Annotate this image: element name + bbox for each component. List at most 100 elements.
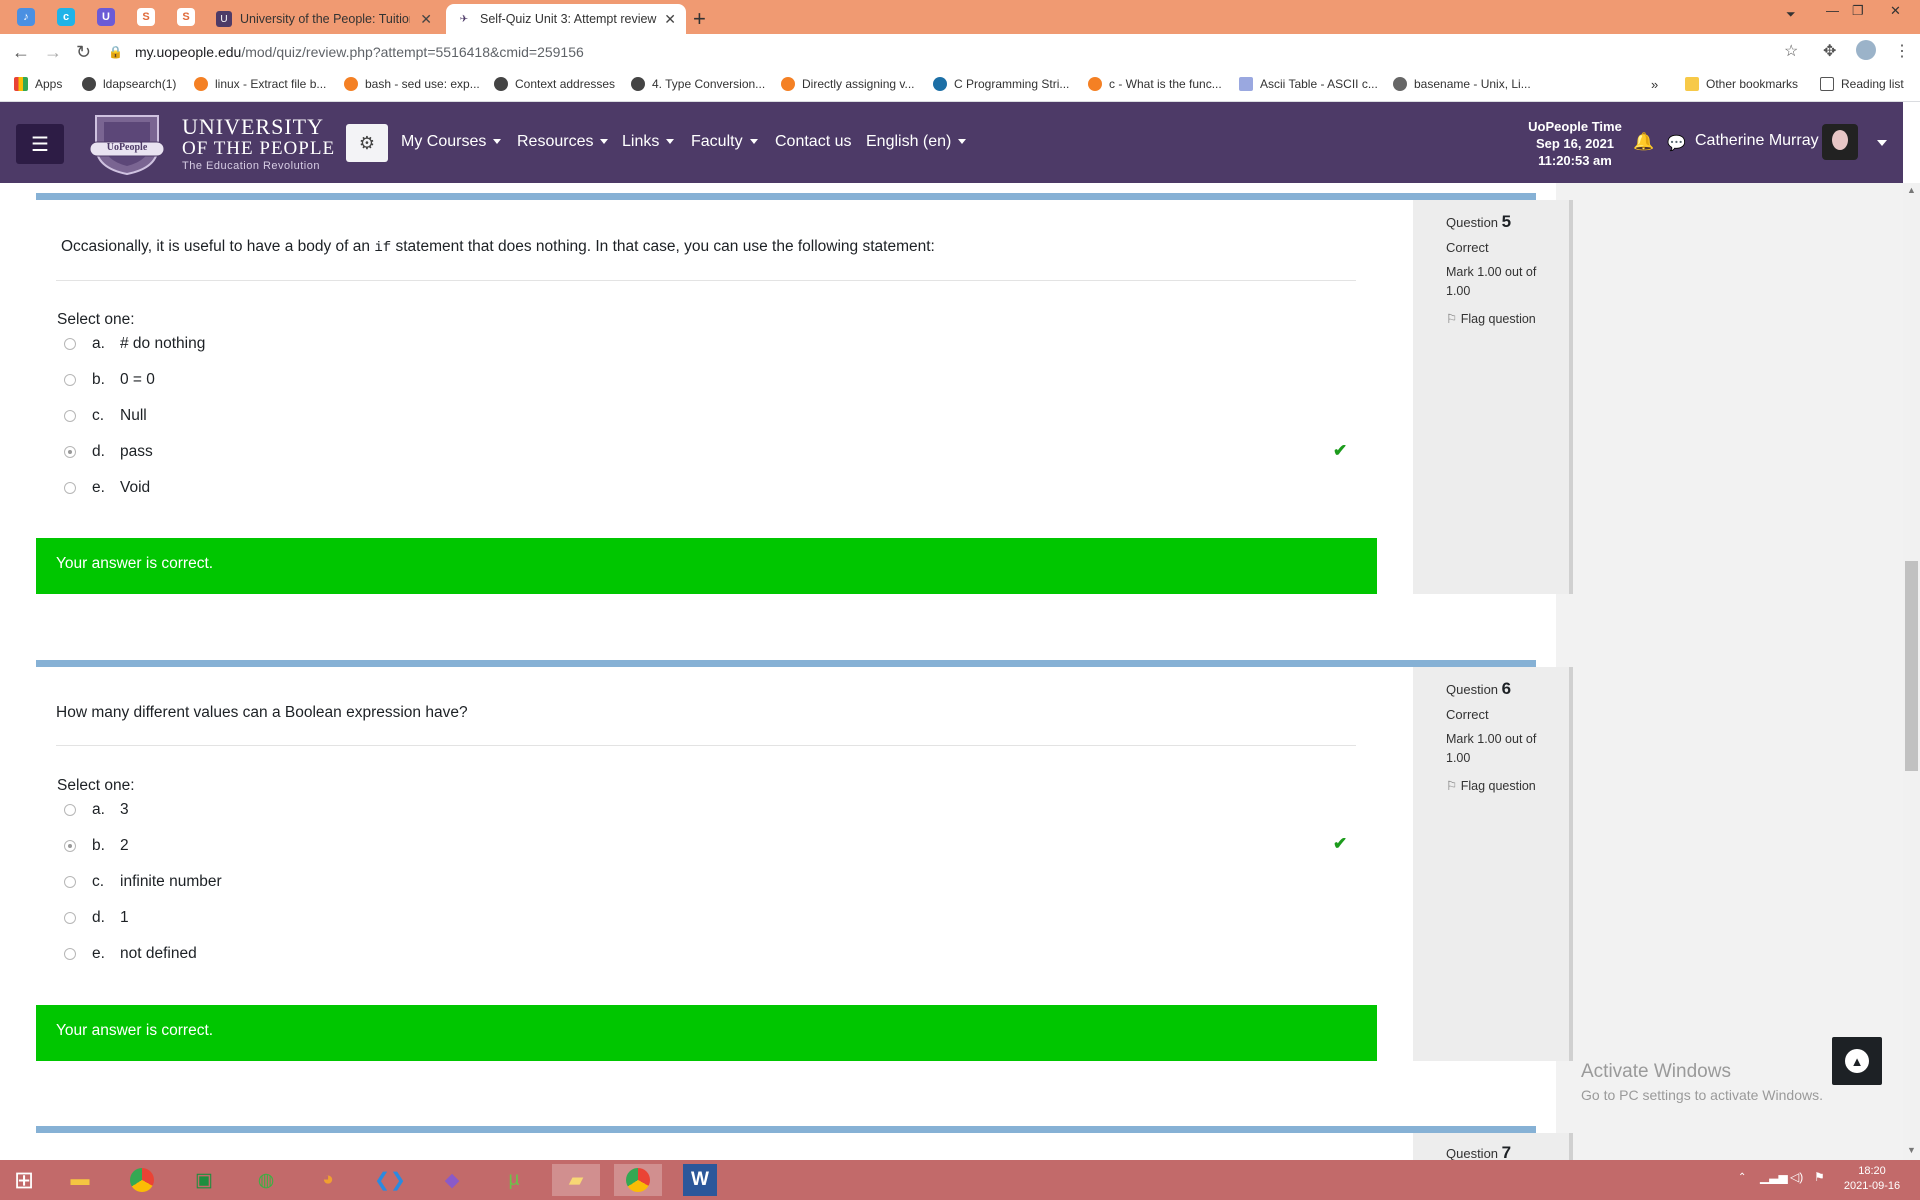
answer-option-e[interactable]: e. not defined [64, 944, 197, 964]
settings-gears-icon[interactable]: ⚙ [346, 124, 388, 162]
pinned-tab-1[interactable]: ♪ [14, 6, 38, 28]
flag-question-link[interactable]: ⚐ Flag question [1446, 778, 1536, 793]
question-card-6: Question 6 Correct Mark 1.00 out of 1.00… [36, 660, 1573, 1061]
forward-arrow-icon[interactable]: → [44, 42, 62, 63]
answer-option-b[interactable]: b. 2 [64, 836, 129, 856]
bookmark-star-icon[interactable]: ☆ [1784, 41, 1798, 61]
volume-icon[interactable]: ◁) [1790, 1170, 1803, 1184]
answer-option-b[interactable]: b. 0 = 0 [64, 370, 155, 390]
menu-label: My Courses [401, 133, 487, 150]
browser-tab[interactable]: U University of the People: Tuition- ✕ [206, 4, 442, 34]
scrollbar-thumb[interactable] [1905, 561, 1918, 771]
minimize-button[interactable]: — [1826, 3, 1839, 18]
other-bookmarks[interactable]: Other bookmarks [1685, 77, 1798, 91]
folder-app-icon[interactable]: ▰ [552, 1164, 600, 1196]
bookmark-item[interactable]: bash - sed use: exp... [344, 77, 480, 91]
vscode-icon[interactable]: ❮❯ [366, 1164, 414, 1196]
utorrent-icon[interactable]: µ [490, 1164, 538, 1196]
app-icon[interactable]: ◕ [304, 1164, 352, 1196]
bookmark-item[interactable]: basename - Unix, Li... [1393, 77, 1531, 91]
tray-chevron-icon[interactable]: ⌃ [1738, 1172, 1746, 1183]
notifications-bell-icon[interactable]: 🔔 [1633, 132, 1654, 152]
answer-option-e[interactable]: e. Void [64, 478, 150, 498]
radio-button-selected[interactable] [64, 840, 76, 852]
answer-option-c[interactable]: c. Null [64, 406, 147, 426]
menu-links[interactable]: Links [622, 133, 675, 151]
bookmark-item[interactable]: c - What is the func... [1088, 77, 1222, 91]
radio-button[interactable] [64, 482, 76, 494]
notification-flag-icon[interactable]: ⚑ [1814, 1170, 1825, 1184]
answer-option-d[interactable]: d. pass [64, 442, 153, 462]
chrome-icon[interactable] [118, 1164, 166, 1196]
file-explorer-icon[interactable]: ▬ [56, 1164, 104, 1196]
messages-chat-icon[interactable]: 💬 [1667, 134, 1686, 152]
bookmark-item[interactable]: Directly assigning v... [781, 77, 914, 91]
address-bar[interactable]: 🔒 my.uopeople.edu/mod/quiz/review.php?at… [108, 38, 1788, 66]
tab-search-icon[interactable]: ⏷ [1786, 7, 1796, 22]
answer-option-d[interactable]: d. 1 [64, 908, 129, 928]
extensions-puzzle-icon[interactable]: ✥ [1823, 41, 1836, 61]
restore-button[interactable]: ❐ [1852, 3, 1864, 19]
browser-menu-icon[interactable]: ⋮ [1894, 41, 1910, 61]
store-icon[interactable]: ▣ [180, 1164, 228, 1196]
menu-my-courses[interactable]: My Courses [401, 133, 502, 151]
answer-option-c[interactable]: c. infinite number [64, 872, 222, 892]
pinned-tab-5[interactable]: S [174, 6, 198, 28]
user-name[interactable]: Catherine Murray [1695, 132, 1819, 150]
radio-button[interactable] [64, 876, 76, 888]
chrome-active-icon[interactable] [614, 1164, 662, 1196]
radio-button-selected[interactable] [64, 446, 76, 458]
bookmark-label: basename - Unix, Li... [1414, 77, 1531, 91]
globe-app-icon[interactable]: ◍ [242, 1164, 290, 1196]
network-icon[interactable]: ▁▃▅ [1760, 1170, 1788, 1184]
answer-option-a[interactable]: a. 3 [64, 800, 129, 820]
flag-question-link[interactable]: ⚐ Flag question [1446, 311, 1536, 326]
radio-button[interactable] [64, 374, 76, 386]
user-menu-caret-icon[interactable] [1877, 140, 1887, 146]
bookmark-item[interactable]: C Programming Stri... [933, 77, 1069, 91]
back-to-top-button[interactable]: ▲ [1832, 1037, 1882, 1085]
menu-contact-us[interactable]: Contact us [775, 133, 851, 151]
answer-option-a[interactable]: a. # do nothing [64, 334, 205, 354]
back-arrow-icon[interactable]: ← [12, 42, 30, 63]
bookmark-item[interactable]: linux - Extract file b... [194, 77, 326, 91]
programiz-icon [933, 77, 947, 91]
scroll-up-arrow-icon[interactable]: ▲ [1907, 185, 1916, 195]
bookmark-item[interactable]: 4. Type Conversion... [631, 77, 765, 91]
browser-tab-active[interactable]: ✈ Self-Quiz Unit 3: Attempt review ✕ [446, 4, 686, 34]
reading-list[interactable]: Reading list [1820, 77, 1904, 91]
radio-button[interactable] [64, 912, 76, 924]
scroll-down-arrow-icon[interactable]: ▼ [1907, 1145, 1916, 1155]
menu-resources[interactable]: Resources [517, 133, 609, 151]
question-state: Correct [1446, 240, 1489, 255]
close-tab-icon[interactable]: ✕ [420, 11, 432, 28]
bookmark-item[interactable]: Context addresses [494, 77, 615, 91]
taskbar-clock[interactable]: 18:20 2021-09-16 [1842, 1164, 1902, 1194]
pinned-tab-3[interactable]: U [94, 6, 118, 28]
radio-button[interactable] [64, 804, 76, 816]
pinned-tab-2[interactable]: c [54, 6, 78, 28]
radio-button[interactable] [64, 410, 76, 422]
bookmarks-overflow-button[interactable]: » [1651, 77, 1658, 92]
site-logo-text[interactable]: UNIVERSITY OF THE PEOPLE The Education R… [182, 116, 335, 172]
word-icon[interactable]: W [683, 1164, 717, 1196]
reload-icon[interactable]: ↻ [76, 42, 91, 63]
page-scrollbar[interactable]: ▲ ▼ [1903, 183, 1920, 1160]
bookmark-item[interactable]: ldapsearch(1) [82, 77, 176, 91]
bookmark-apps[interactable]: Apps [14, 77, 62, 91]
windows-start-icon[interactable]: ⊞ [0, 1164, 48, 1196]
close-tab-icon[interactable]: ✕ [664, 11, 676, 28]
new-tab-button[interactable]: + [693, 6, 706, 32]
pinned-tab-4[interactable]: S [134, 6, 158, 28]
visual-studio-icon[interactable]: ◆ [428, 1164, 476, 1196]
select-one-label: Select one: [57, 311, 135, 328]
menu-faculty[interactable]: Faculty [691, 133, 758, 151]
profile-avatar[interactable] [1856, 40, 1876, 60]
menu-language[interactable]: English (en) [866, 133, 967, 151]
bookmark-item[interactable]: Ascii Table - ASCII c... [1239, 77, 1378, 91]
user-avatar[interactable] [1822, 124, 1858, 160]
close-window-button[interactable]: ✕ [1890, 3, 1901, 19]
radio-button[interactable] [64, 338, 76, 350]
hamburger-menu-icon[interactable]: ☰ [16, 124, 64, 164]
radio-button[interactable] [64, 948, 76, 960]
